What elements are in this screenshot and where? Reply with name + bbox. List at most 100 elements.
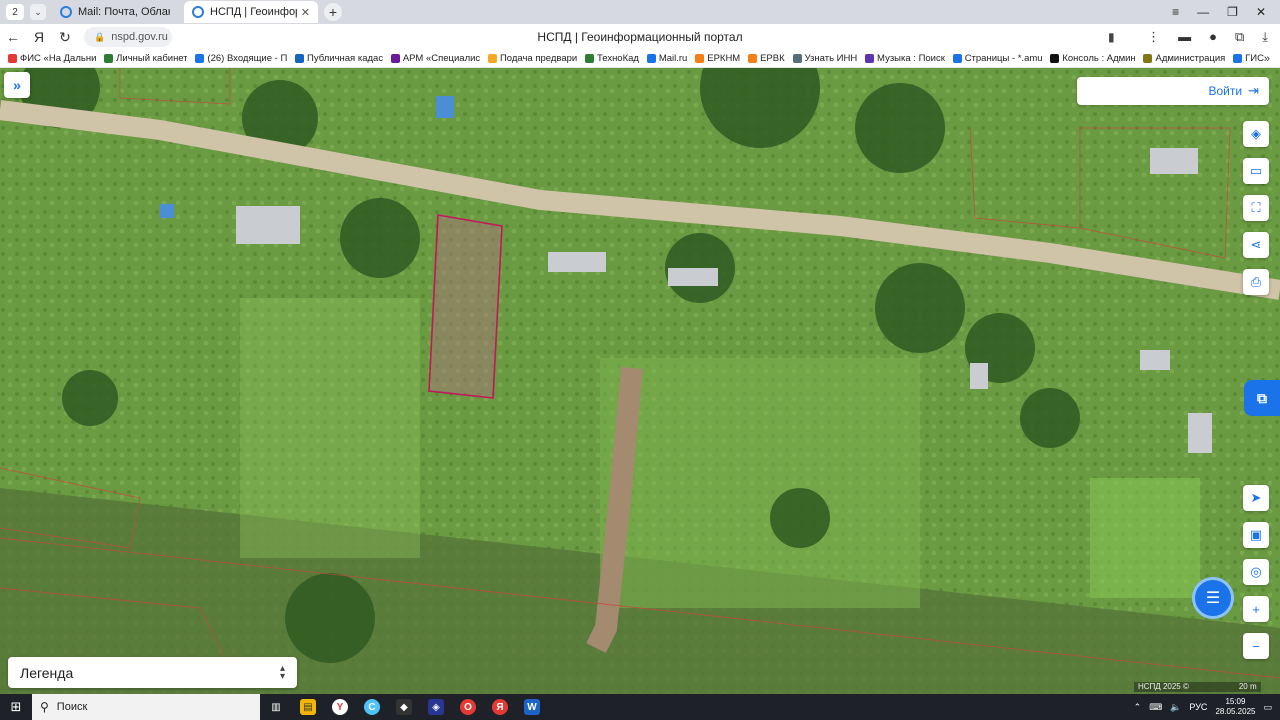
bookmarks-more-icon[interactable]: » (1264, 53, 1280, 65)
yandex-logo-icon[interactable]: Я (26, 29, 52, 45)
bookmark-favicon-icon (1143, 54, 1153, 63)
url-field[interactable]: 🔒 nspd.gov.ru (84, 27, 172, 47)
tab-dropdown-icon[interactable]: ⌄ (30, 4, 46, 20)
bookmark-favicon-icon (695, 54, 705, 63)
file-explorer-icon[interactable]: ▤ (292, 694, 324, 720)
bookmark-icon[interactable]: ▮ (1108, 30, 1115, 44)
bookmark-label: (26) Входящие - П (207, 53, 288, 64)
back-icon[interactable]: ← (0, 29, 26, 45)
download-icon[interactable]: ⤓ (1262, 29, 1268, 45)
bookmark-item[interactable]: Музыка : Поиск (865, 53, 945, 64)
bookmark-label: Mail.ru (658, 53, 688, 64)
bookmark-label: ТехноКад (596, 53, 639, 64)
shield-app-icon[interactable]: ◈ (420, 694, 452, 720)
reload-icon[interactable]: ↻ (52, 29, 78, 46)
bookmark-label: ЕРВК (760, 53, 785, 64)
opera-icon[interactable]: O (452, 694, 484, 720)
bookmark-item[interactable]: (26) Входящие - П (195, 53, 287, 64)
bookmark-label: ЕРКНМ (707, 53, 741, 64)
locate-button[interactable]: ➤ (1243, 485, 1269, 511)
tab-title: НСПД | Геоинформаци (210, 6, 297, 18)
word-icon[interactable]: W (516, 694, 548, 720)
navigation-arrow-icon: ➤ (1250, 490, 1262, 505)
share-icon: ⋖ (1250, 237, 1262, 252)
bookmark-item[interactable]: ТехноКад (584, 53, 639, 64)
tab-nspd[interactable]: НСПД | Геоинформаци ✕ (184, 1, 318, 23)
chat-button[interactable]: ☰ (1192, 577, 1234, 619)
tab-count-badge[interactable]: 2 (6, 4, 24, 20)
chromium-icon[interactable]: C (356, 694, 388, 720)
more-icon[interactable]: ⋮ (1147, 29, 1160, 45)
gosuslugi-widget-button[interactable]: ⧉ (1244, 380, 1280, 416)
yandex-browser-icon[interactable]: Y (324, 694, 356, 720)
search-placeholder: Поиск (56, 701, 88, 713)
bookmark-favicon-icon (584, 54, 594, 63)
bookmark-item[interactable]: Администрация (1143, 53, 1225, 64)
legend-label: Легенда (20, 664, 74, 681)
map-viewport[interactable] (0, 68, 1280, 694)
mail-favicon-icon (60, 6, 72, 18)
select-area-button[interactable]: ⛶ (1243, 195, 1269, 221)
minimap-button[interactable]: ▣ (1243, 522, 1269, 548)
bookmark-item[interactable]: Страницы - *.amu (952, 53, 1042, 64)
restore-icon[interactable]: ❐ (1227, 5, 1238, 19)
app-icon[interactable]: ◆ (388, 694, 420, 720)
extension-icon[interactable]: ● (1209, 29, 1217, 45)
minimize-icon[interactable]: — (1197, 5, 1209, 19)
bookmark-label: Администрация (1155, 53, 1226, 64)
satellite-map[interactable] (0, 68, 1280, 694)
yandex-icon[interactable]: Я (484, 694, 516, 720)
network-icon[interactable]: ⌨ (1149, 702, 1162, 713)
zoom-out-button[interactable]: − (1243, 633, 1269, 659)
bookmark-item[interactable]: ФИС «На Дальни (8, 53, 96, 64)
volume-icon[interactable]: 🔈 (1170, 702, 1181, 713)
chat-icon: ☰ (1205, 590, 1221, 607)
notifications-icon[interactable]: ▭ (1263, 702, 1272, 713)
bookmark-favicon-icon (295, 54, 305, 63)
tab-mail[interactable]: Mail: Почта, Облако, Кале (52, 1, 178, 23)
language-indicator[interactable]: РУС (1189, 702, 1207, 712)
bookmark-item[interactable]: АРМ «Специалис (390, 53, 480, 64)
menu-icon[interactable]: ≡ (1172, 5, 1179, 19)
close-tab-icon[interactable]: ✕ (301, 6, 310, 19)
page-title: НСПД | Геоинформационный портал (537, 30, 743, 44)
bookmark-item[interactable]: ЕРКНМ (695, 53, 740, 64)
measure-button[interactable]: ▭ (1243, 158, 1269, 184)
task-view-icon[interactable]: ▥ (260, 694, 292, 720)
bookmark-item[interactable]: Публичная кадас (295, 53, 383, 64)
bookmark-item[interactable]: Личный кабинет (104, 53, 187, 64)
bookmark-favicon-icon (1050, 54, 1060, 63)
new-tab-button[interactable]: + (324, 3, 342, 21)
bookmark-item[interactable]: Mail.ru (646, 53, 688, 64)
select-area-icon: ⛶ (1251, 200, 1261, 215)
print-button[interactable]: ⎙ (1243, 269, 1269, 295)
selected-land-parcel[interactable] (428, 214, 503, 399)
bookmark-favicon-icon (8, 54, 17, 63)
bookmark-item[interactable]: Узнать ИНН (792, 53, 857, 64)
geolocation-button[interactable]: ◎ (1243, 559, 1269, 585)
legend-panel[interactable]: Легенда ▴ ▾ (8, 657, 297, 688)
search-icon: ⚲ (40, 700, 49, 714)
bookmark-item[interactable]: ЕРВК (748, 53, 785, 64)
bookmark-item[interactable]: Подача предвари (487, 53, 577, 64)
close-window-icon[interactable]: ✕ (1256, 5, 1266, 19)
expand-panel-button[interactable]: » (4, 72, 30, 98)
protect-icon[interactable]: ▬ (1178, 29, 1191, 45)
bookmark-label: Консоль : Админ (1062, 53, 1136, 64)
layers-button[interactable]: ◈ (1243, 121, 1269, 147)
bookmark-favicon-icon (487, 54, 497, 63)
login-button[interactable]: Войти ⇥ (1077, 77, 1269, 105)
zoom-in-button[interactable]: + (1243, 596, 1269, 622)
map-attribution: НСПД 2025 © 20 m (1134, 682, 1261, 692)
bookmark-label: ФИС «На Дальни (20, 53, 97, 64)
bookmark-favicon-icon (104, 54, 114, 63)
tray-chevron-icon[interactable]: ⌃ (1134, 702, 1142, 713)
bookmark-item[interactable]: ГИС (1233, 53, 1264, 64)
collections-icon[interactable]: ⧉ (1235, 29, 1244, 45)
windows-start-icon[interactable]: ⊞ (0, 699, 32, 715)
login-icon: ⇥ (1248, 83, 1259, 98)
share-button[interactable]: ⋖ (1243, 232, 1269, 258)
clock[interactable]: 15:09 28.05.2025 (1215, 697, 1255, 717)
bookmark-item[interactable]: Консоль : Админ (1050, 53, 1135, 64)
taskbar-search[interactable]: ⚲ Поиск (32, 694, 260, 720)
